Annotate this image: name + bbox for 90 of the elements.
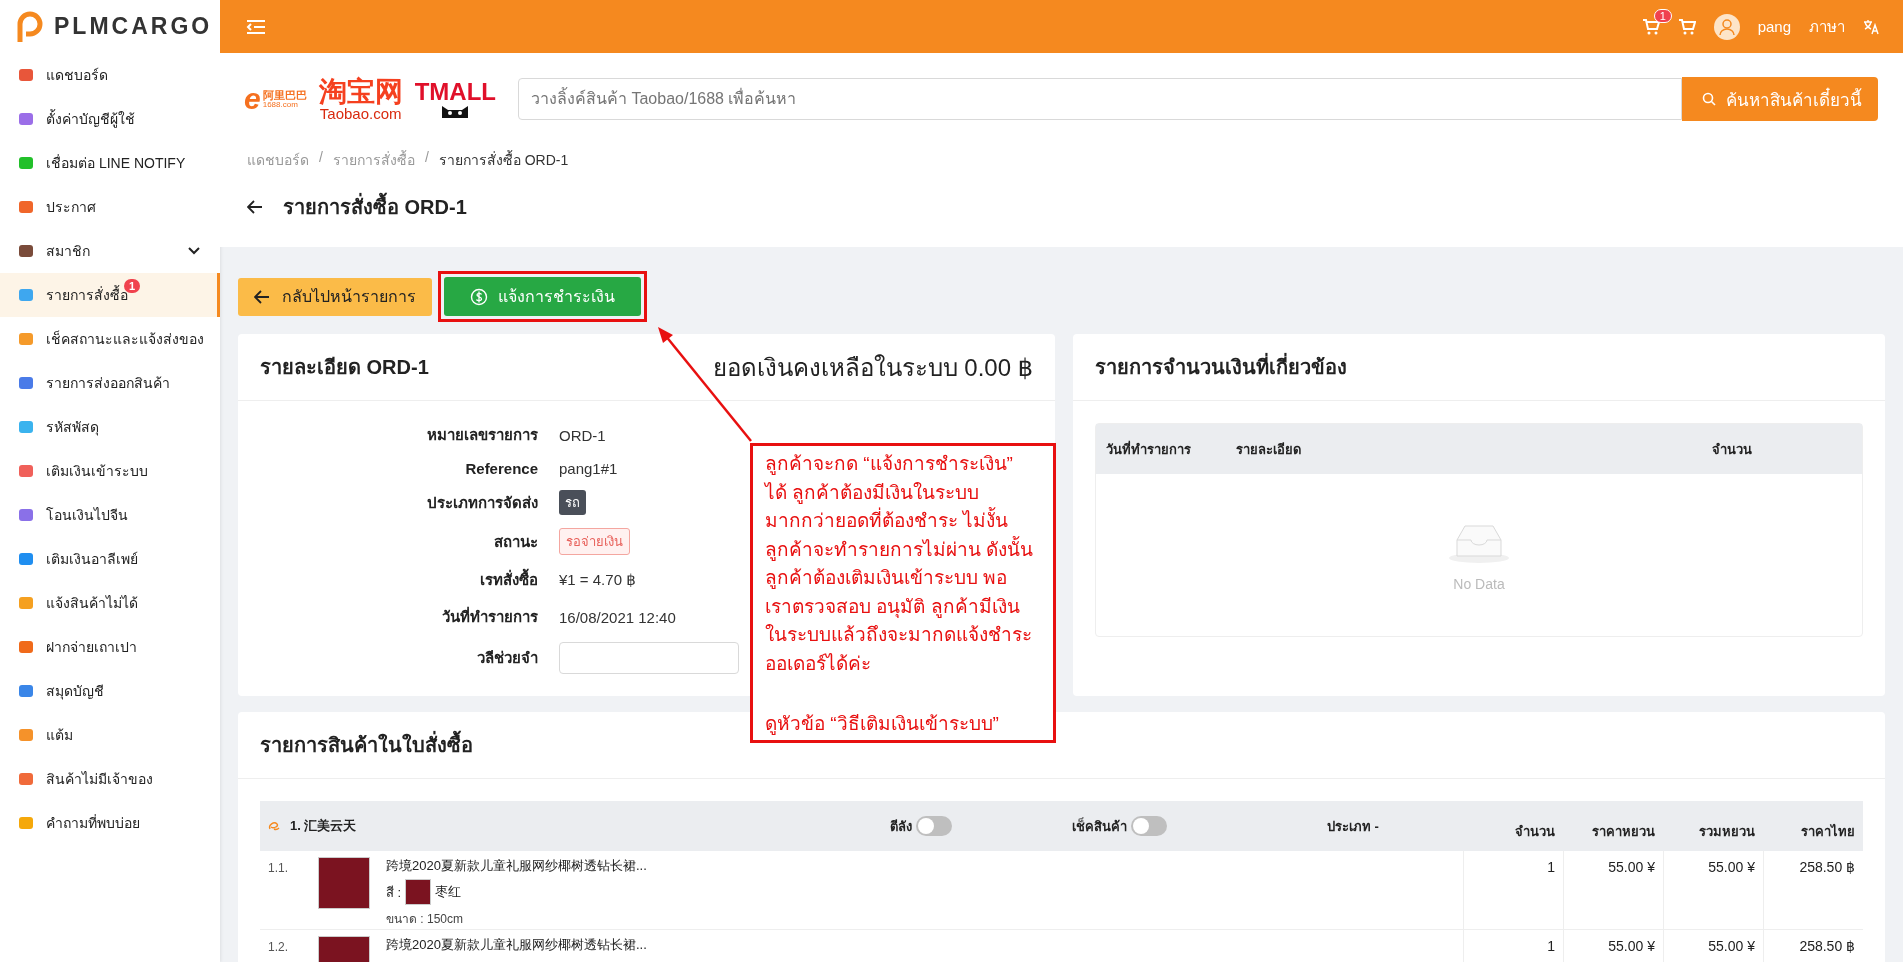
card-title: รายการสินค้าในใบสั่งซื้อ bbox=[260, 729, 473, 761]
product-name[interactable]: 跨境2020夏新款儿童礼服网纱椰树透钻长裙... bbox=[386, 857, 647, 875]
column-header: รายละเอียด bbox=[1235, 440, 1302, 459]
breadcrumb-separator: / bbox=[424, 149, 429, 167]
field-label: วันที่ทำรายการ bbox=[441, 605, 538, 627]
row-number: 1.1. bbox=[268, 860, 289, 875]
attribute-value: 枣红 bbox=[435, 883, 462, 901]
sidebar-item[interactable]: เช็คสถานะและแจ้งส่งของ bbox=[0, 317, 220, 361]
search-icon bbox=[1702, 92, 1716, 106]
empty-inbox-icon bbox=[1447, 522, 1511, 564]
field-value: ORD-1 bbox=[559, 426, 606, 444]
sidebar-item[interactable]: คำถามที่พบบ่อย bbox=[0, 801, 220, 845]
table-cell: 258.50 ฿ bbox=[1763, 930, 1863, 962]
sidebar-item[interactable]: โอนเงินไปจีน bbox=[0, 493, 220, 537]
field-label: สถานะ bbox=[493, 531, 538, 552]
sidebar-item[interactable]: รหัสพัสดุ bbox=[0, 405, 220, 449]
field-label: Reference bbox=[464, 460, 538, 477]
color-photo-placeholder bbox=[405, 879, 432, 905]
table-cell: 258.50 ฿ bbox=[1763, 851, 1863, 929]
toggle-switch[interactable] bbox=[916, 816, 952, 836]
table-cell: 1 bbox=[1463, 930, 1563, 962]
chevron-down-icon bbox=[188, 247, 200, 255]
sidebar-item[interactable]: ตั้งค่าบัญชีผู้ใช้ bbox=[0, 97, 220, 141]
count-badge: 1 bbox=[124, 279, 141, 293]
sidebar-item[interactable]: แจ้งสินค้าไม่ได้ bbox=[0, 581, 220, 625]
column-header: จำนวน bbox=[1711, 440, 1753, 459]
back-arrow-icon bbox=[254, 289, 270, 304]
sidebar-item[interactable]: รายการส่งออกสินค้า bbox=[0, 361, 220, 405]
breadcrumb-separator: / bbox=[319, 149, 323, 167]
user-avatar-icon[interactable] bbox=[1713, 13, 1740, 40]
empty-state-text: No Data bbox=[1453, 576, 1505, 592]
balance-text: ยอดเงินคงเหลือในระบบ 0.00 ฿ bbox=[712, 352, 1033, 383]
product-name[interactable]: 跨境2020夏新款儿童礼服网纱椰树透钻长裙... bbox=[386, 936, 647, 954]
sidebar-item[interactable]: เติมเงินเข้าระบบ bbox=[0, 449, 220, 493]
marketplace-logo: 淘宝网 Taobao.com bbox=[318, 77, 403, 121]
row-number: 1.2. bbox=[268, 939, 289, 954]
sidebar-item[interactable]: เชื่อมต่อ LINE NOTIFY bbox=[0, 141, 220, 185]
attribute-label: สี : bbox=[386, 883, 402, 902]
sidebar-item[interactable]: ประกาศ bbox=[0, 185, 220, 229]
dollar-icon bbox=[470, 287, 488, 306]
cart-icon[interactable] bbox=[1677, 18, 1696, 35]
annotation-note: ดูหัวข้อ “วิธีเติมเงินเข้าระบบ” bbox=[765, 712, 1000, 737]
marketplace-logo: TMALL bbox=[414, 80, 496, 118]
shop-logo-icon bbox=[268, 821, 280, 831]
count-badge: 1 bbox=[1653, 8, 1672, 23]
field-label: เรทสั่งซื้อ bbox=[238, 568, 538, 592]
sidebar-item[interactable]: สินค้าไม่มีเจ้าของ bbox=[0, 757, 220, 801]
table-cell: 55.00 ¥ bbox=[1563, 851, 1663, 929]
sidebar-item[interactable]: ฝากจ่ายเถาเปา bbox=[0, 625, 220, 669]
toggle-switch[interactable] bbox=[1131, 816, 1167, 836]
card-title: รายการจำนวนเงินที่เกี่ยวข้อง bbox=[1095, 351, 1347, 383]
table-cell: 1 bbox=[1463, 851, 1563, 929]
field-label: หมายเลขรายการ bbox=[426, 425, 538, 445]
card-title: รายละเอียด ORD-1 bbox=[260, 355, 429, 380]
back-button[interactable]: กลับไปหน้ารายการ bbox=[238, 277, 432, 316]
back-arrow-icon[interactable] bbox=[247, 200, 263, 214]
sidebar-item[interactable]: สมาชิก bbox=[0, 229, 220, 273]
table-cell: 55.00 ¥ bbox=[1563, 930, 1663, 962]
product-photo-placeholder bbox=[318, 857, 370, 909]
column-header: จำนวน bbox=[1514, 822, 1556, 841]
memo-input[interactable] bbox=[559, 642, 739, 674]
field-label: วลีช่วยจำ bbox=[476, 648, 538, 668]
toggle-label: ตีลัง bbox=[890, 817, 912, 836]
field-label: ประเภทการจัดส่ง bbox=[426, 492, 538, 513]
cart-icon[interactable] bbox=[1641, 18, 1660, 35]
annotation-text: ลูกค้าจะกด “แจ้งการชำระเงิน” ได้ ลูกค้าต้องมีเงินในระบบ มากกว่ายอดที่ต้องชำระ ไม่งั้น ลูกค้าจะทำรายการไม่ผ่าน ดังนั้น ลูกค้าต้องเติมเงินเข้าระบบ พอ เราตรวจสอบ อนุมัติ ลูกค้ามีเงิน ในระบบแล้วถึงจะมากดแจ้งชำระ ออเดอร์ได้ค่ะ bbox=[765, 452, 1035, 676]
shop-name: 1. 汇美云天 bbox=[290, 817, 357, 835]
brand-name: PLMCARGO bbox=[54, 13, 213, 40]
search-field[interactable]: วางลิ้งค์สินค้า Taobao/1688 เพื่อค้นหา bbox=[518, 78, 1682, 120]
toggle-label: เช็คสินค้า bbox=[1072, 816, 1127, 836]
column-header: วันที่ทำรายการ bbox=[1105, 439, 1192, 459]
sidebar-item[interactable]: เติมเงินอาลีเพย์ bbox=[0, 537, 220, 581]
translate-icon[interactable] bbox=[1863, 18, 1879, 35]
page-title: รายการสั่งซื้อ ORD-1 bbox=[283, 191, 467, 223]
sidebar-item[interactable]: สมุดบัญชี bbox=[0, 669, 220, 713]
menu-icon[interactable] bbox=[246, 18, 266, 35]
field-value: 16/08/2021 12:40 bbox=[559, 608, 676, 626]
field-value: pang1#1 bbox=[559, 460, 618, 477]
sidebar-item[interactable]: แดชบอร์ด bbox=[0, 53, 220, 97]
column-header: ราคาหยวน bbox=[1591, 822, 1656, 841]
status-tag: รอจ่ายเงิน bbox=[559, 528, 630, 555]
column-header: ราคาไทย bbox=[1800, 822, 1856, 841]
table-cell: 55.00 ¥ bbox=[1663, 851, 1763, 929]
sidebar-item[interactable]: แต้ม bbox=[0, 713, 220, 757]
field-value: ¥1 = 4.70 ฿ bbox=[559, 571, 636, 589]
table-cell: 55.00 ¥ bbox=[1663, 930, 1763, 962]
shipping-tag: รถ bbox=[559, 490, 586, 515]
product-type-label: ประเภท - bbox=[1327, 817, 1379, 836]
column-header: รวมหยวน bbox=[1698, 822, 1756, 841]
size-text: ขนาด : 150cm bbox=[386, 911, 465, 928]
